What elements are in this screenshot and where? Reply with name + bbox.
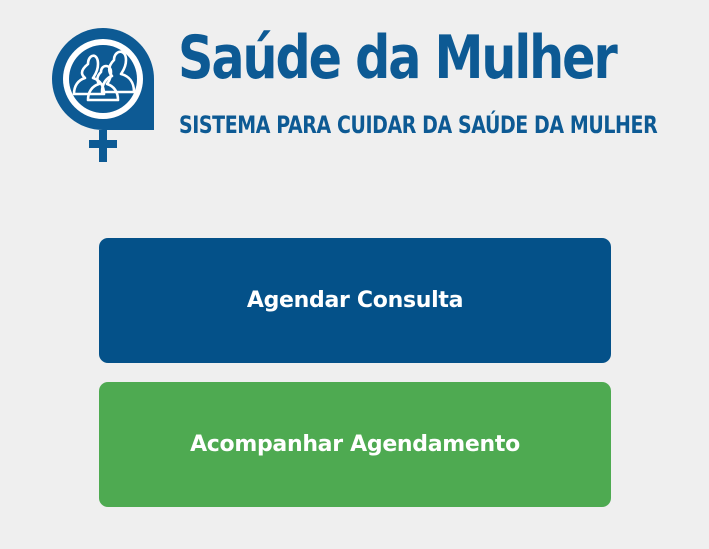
track-appointment-button[interactable]: Acompanhar Agendamento	[99, 382, 611, 507]
women-venus-symbol-icon	[52, 28, 154, 162]
app-subtitle: SISTEMA PARA CUIDAR DA SAÚDE DA MULHER	[179, 111, 658, 139]
schedule-appointment-button[interactable]: Agendar Consulta	[99, 238, 611, 363]
track-appointment-label: Acompanhar Agendamento	[190, 432, 520, 457]
app-title: Saúde da Mulher	[178, 23, 618, 93]
app-logo: Saúde da Mulher SISTEMA PARA CUIDAR DA S…	[48, 23, 668, 164]
schedule-appointment-label: Agendar Consulta	[246, 288, 464, 313]
page: Saúde da Mulher SISTEMA PARA CUIDAR DA S…	[0, 0, 709, 549]
